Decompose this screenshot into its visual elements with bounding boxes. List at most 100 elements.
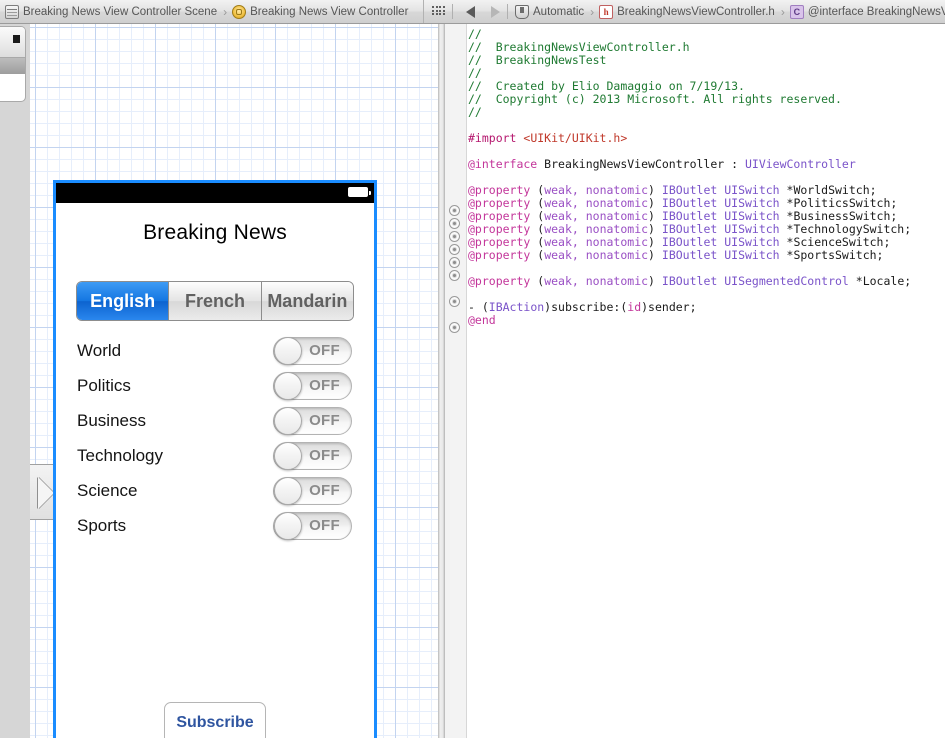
code-token: IBOutlet: [662, 222, 724, 236]
breadcrumb-scene[interactable]: Breaking News View Controller Scene: [5, 5, 217, 19]
code-token: #import: [468, 131, 523, 145]
code-token: IBOutlet: [662, 235, 724, 249]
sports-switch-outlet-marker[interactable]: [449, 270, 460, 281]
interface-builder-canvas[interactable]: Breaking News English French Mandarin Wo…: [30, 24, 438, 738]
sports-switch[interactable]: OFF: [273, 512, 352, 540]
segment-english[interactable]: English: [77, 282, 169, 320]
scene-icon: [5, 5, 19, 19]
code-line: // Copyright (c) 2013 Microsoft. All rig…: [468, 93, 945, 106]
code-token: @property: [468, 209, 537, 223]
breadcrumb-view-controller-label: Breaking News View Controller: [250, 6, 408, 18]
code-token: @property: [468, 183, 537, 197]
code-token: *TechnologySwitch;: [787, 222, 912, 236]
code-token: UISegmentedControl: [724, 274, 856, 288]
technology-switch[interactable]: OFF: [273, 442, 352, 470]
technology-switch-outlet-marker[interactable]: [449, 244, 460, 255]
row-label-sports: Sports: [77, 516, 126, 536]
code-token: ): [648, 222, 662, 236]
breadcrumb-symbol[interactable]: C @interface BreakingNewsV: [790, 5, 945, 19]
code-token: ): [648, 248, 662, 262]
navigator-popup[interactable]: [0, 26, 26, 102]
code-token: weak, nonatomic: [544, 235, 648, 249]
header-file-icon: h: [599, 5, 613, 19]
navigator-popup-selection[interactable]: [0, 58, 25, 74]
subscribe-button[interactable]: Subscribe: [164, 702, 266, 738]
code-line: #import <UIKit/UIKit.h>: [468, 132, 945, 145]
editor-jump-bar[interactable]: Automatic › h BreakingNewsViewController…: [424, 0, 945, 23]
code-token: @property: [468, 222, 537, 236]
sports-switch-state: OFF: [309, 517, 340, 534]
code-token: weak, nonatomic: [544, 196, 648, 210]
switch-row: World OFF: [56, 333, 374, 368]
code-token: @interface: [468, 157, 537, 171]
code-token: UISwitch: [724, 209, 786, 223]
editor-splitter[interactable]: [438, 24, 445, 738]
locale-outlet-marker[interactable]: [449, 296, 460, 307]
code-token: IBAction: [489, 300, 544, 314]
breadcrumb-separator-2: ›: [590, 5, 594, 19]
code-token: ): [648, 235, 662, 249]
politics-switch[interactable]: OFF: [273, 372, 352, 400]
code-token: // BreakingNewsViewController.h: [468, 40, 690, 54]
battery-icon: [348, 187, 368, 197]
code-line: @property (weak, nonatomic) IBOutlet UIS…: [468, 249, 945, 262]
code-line: @property (weak, nonatomic) IBOutlet UIS…: [468, 275, 945, 288]
technology-switch-state: OFF: [309, 447, 340, 464]
navigator-popup-header: [0, 27, 25, 58]
code-token: *WorldSwitch;: [787, 183, 877, 197]
breadcrumb-file-label: BreakingNewsViewController.h: [617, 6, 775, 18]
politics-switch-outlet-marker[interactable]: [449, 218, 460, 229]
code-token: UISwitch: [724, 248, 786, 262]
code-line: @interface BreakingNewsViewController : …: [468, 158, 945, 171]
code-token: UIViewController: [745, 157, 856, 171]
science-switch-outlet-marker[interactable]: [449, 257, 460, 268]
canvas-jump-bar[interactable]: Breaking News View Controller Scene › Br…: [0, 0, 424, 23]
back-arrow-icon[interactable]: [466, 6, 475, 18]
view-controller-icon: [232, 5, 246, 19]
segment-french[interactable]: French: [169, 282, 261, 320]
code-token: weak, nonatomic: [544, 248, 648, 262]
code-token: IBOutlet: [662, 209, 724, 223]
code-token: @end: [468, 313, 496, 327]
source-editor[interactable]: //// BreakingNewsViewController.h// Brea…: [445, 24, 945, 738]
source-code[interactable]: //// BreakingNewsViewController.h// Brea…: [468, 24, 945, 327]
breadcrumb-scene-label: Breaking News View Controller Scene: [23, 6, 217, 18]
code-token: id: [627, 300, 641, 314]
science-switch[interactable]: OFF: [273, 477, 352, 505]
switch-row: Sports OFF: [56, 508, 374, 543]
class-symbol-icon: C: [790, 5, 804, 19]
expand-triangle-icon: [38, 477, 54, 509]
world-switch-outlet-marker[interactable]: [449, 205, 460, 216]
editor-gutter[interactable]: [445, 24, 467, 738]
world-switch[interactable]: OFF: [273, 337, 352, 365]
switch-knob: [274, 407, 302, 435]
code-token: *ScienceSwitch;: [787, 235, 891, 249]
breadcrumb-automatic[interactable]: Automatic: [515, 5, 584, 19]
breadcrumb-view-controller[interactable]: Breaking News View Controller: [232, 5, 408, 19]
code-token: weak, nonatomic: [544, 274, 648, 288]
row-label-science: Science: [77, 481, 137, 501]
code-token: IBOutlet: [662, 196, 724, 210]
navigator-panel[interactable]: [0, 24, 30, 738]
code-token: // Copyright (c) 2013 Microsoft. All rig…: [468, 92, 842, 106]
forward-arrow-icon[interactable]: [491, 6, 500, 18]
business-switch-outlet-marker[interactable]: [449, 231, 460, 242]
code-line: - (IBAction)subscribe:(id)sender;: [468, 301, 945, 314]
iphone-device-view[interactable]: Breaking News English French Mandarin Wo…: [53, 180, 377, 738]
code-token: - (: [468, 300, 489, 314]
code-token: <UIKit/UIKit.h>: [523, 131, 627, 145]
locale-segmented-control[interactable]: English French Mandarin: [76, 281, 354, 321]
breadcrumb-file[interactable]: h BreakingNewsViewController.h: [599, 5, 775, 19]
segment-mandarin[interactable]: Mandarin: [262, 282, 353, 320]
code-line: //: [468, 106, 945, 119]
world-switch-state: OFF: [309, 342, 340, 359]
subscribe-action-outlet-marker[interactable]: [449, 322, 460, 333]
grid-icon[interactable]: [432, 6, 445, 17]
code-token: @property: [468, 274, 537, 288]
code-token: // Created by Elio Damaggio on 7/19/13.: [468, 79, 745, 93]
code-line: @end: [468, 314, 945, 327]
code-token: UISwitch: [724, 196, 786, 210]
status-bar: [56, 183, 374, 203]
business-switch[interactable]: OFF: [273, 407, 352, 435]
jump-bar: Breaking News View Controller Scene › Br…: [0, 0, 945, 24]
